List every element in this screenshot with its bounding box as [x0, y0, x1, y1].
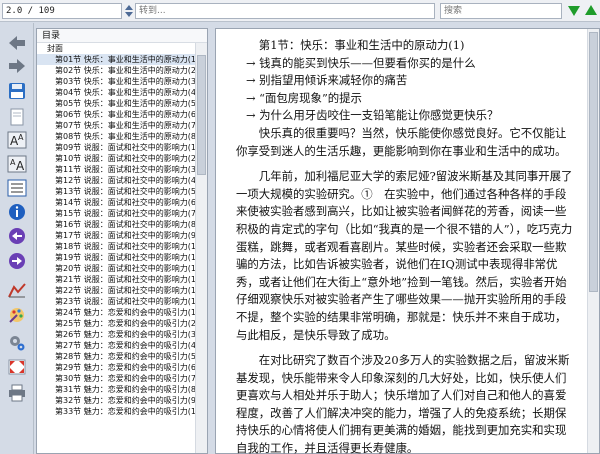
save-disk-icon [9, 83, 25, 99]
toc-item-cover[interactable]: 封面 [37, 43, 196, 54]
palette-icon [9, 308, 24, 323]
bullet-item: → 钱真的能买到快乐——但要看你买的是什么 [246, 55, 476, 70]
paragraph: 快乐真的很重要吗？当然，快乐能使你感觉良好。它不仅能让你享受到迷人的生活乐趣，更… [236, 125, 567, 158]
search-input[interactable]: 搜索 [440, 3, 562, 19]
chapter-heading: 第1节：快乐：事业和生活中的原动力(1) [258, 38, 465, 52]
toc-item[interactable]: 第26节 魅力：恋爱和约会中的吸引力(3) [37, 329, 196, 340]
settings-icon [10, 336, 25, 351]
print-button[interactable] [5, 383, 29, 403]
paragraph: 在对比研究了数百个涉及20多万人的实验数据之后，留波米斯基发现，快乐能带来令人印… [236, 353, 570, 454]
forward-arrow-icon [9, 59, 25, 73]
toc-item[interactable]: 第01节 快乐：事业和生活中的原动力(1) [37, 54, 196, 65]
toc-item[interactable]: 第27节 魅力：恋爱和约会中的吸引力(4) [37, 340, 196, 351]
spin-up-icon[interactable] [125, 5, 133, 10]
toc-item[interactable]: 第30节 魅力：恋爱和约会中的吸引力(7) [37, 373, 196, 384]
top-toolbar: 2.0 / 109 转到... 搜索 [0, 0, 600, 22]
paragraph: 几年前，加利福尼亚大学的索尼娅?留波米斯基及其同事开展了一项大规模的实验研究。①… [236, 169, 573, 342]
reading-pane: 第1节：快乐：事业和生活中的原动力(1) → 钱真的能买到快乐——但要看你买的是… [215, 28, 600, 454]
toc-item[interactable]: 第08节 快乐：事业和生活中的原动力(8) [37, 131, 196, 142]
toc-item[interactable]: 第10节 说服：面试和社交中的影响力(2) [37, 153, 196, 164]
toc-item[interactable]: 第16节 说服：面试和社交中的影响力(8) [37, 219, 196, 230]
toc-scrollbar-thumb[interactable] [197, 55, 206, 175]
content-scrollbar-thumb[interactable] [589, 32, 598, 292]
toc-item[interactable]: 第12节 说服：面试和社交中的影响力(4) [37, 175, 196, 186]
toc-item[interactable]: 第23节 说服：面试和社交中的影响力(15) [37, 296, 196, 307]
toc-scrollbar[interactable] [195, 43, 207, 453]
toc-item[interactable]: 第17节 说服：面试和社交中的影响力(9) [37, 230, 196, 241]
fullscreen-button[interactable] [5, 357, 29, 377]
toc-item[interactable]: 第13节 说服：面试和社交中的影响力(5) [37, 186, 196, 197]
page-button[interactable] [5, 107, 29, 127]
toc-item[interactable]: 第04节 快乐：事业和生活中的原动力(4) [37, 87, 196, 98]
toc-item[interactable]: 第24节 魅力：恋爱和约会中的吸引力(1) [37, 307, 196, 318]
toc-item[interactable]: 第32节 魅力：恋爱和约会中的吸引力(9) [37, 395, 196, 406]
font-decrease-button[interactable]: AA [5, 154, 29, 174]
info-icon [9, 204, 25, 220]
toc-item[interactable]: 第14节 说服：面试和社交中的影响力(6) [37, 197, 196, 208]
bullet-item: → “面包房现象”的提示 [246, 90, 362, 105]
spin-down-icon[interactable] [125, 12, 133, 17]
search-next-down-icon[interactable] [568, 6, 580, 16]
chapter-text: 第1节：快乐：事业和生活中的原动力(1) → 钱真的能买到快乐——但要看你买的是… [236, 37, 576, 454]
toc-item[interactable]: 第18节 说服：面试和社交中的影响力(10) [37, 241, 196, 252]
palette-button[interactable] [5, 305, 29, 325]
info-button[interactable] [5, 202, 29, 222]
back-button[interactable] [5, 33, 29, 53]
toc-item[interactable]: 第03节 快乐：事业和生活中的原动力(3) [37, 76, 196, 87]
toc-item[interactable]: 第09节 说服：面试和社交中的影响力(1) [37, 142, 196, 153]
font-increase-icon: AA [7, 131, 27, 149]
page-number-field[interactable]: 2.0 / 109 [2, 3, 122, 19]
toc-item[interactable]: 第05节 快乐：事业和生活中的原动力(5) [37, 98, 196, 109]
page-spinner[interactable] [125, 3, 134, 19]
toc-item[interactable]: 第11节 说服：面试和社交中的影响力(3) [37, 164, 196, 175]
list-view-button[interactable] [5, 178, 29, 198]
bullet-item: → 别指望用倾诉来减轻你的痛苦 [246, 73, 408, 88]
previous-circle-icon [9, 228, 25, 244]
fullscreen-icon [8, 359, 26, 375]
back-arrow-icon [9, 36, 25, 50]
toc-item[interactable]: 第21节 说服：面试和社交中的影响力(13) [37, 274, 196, 285]
svg-text:A: A [18, 133, 24, 142]
font-increase-button[interactable]: AA [5, 130, 29, 150]
bullet-item: → 为什么用牙齿咬住一支铅笔能让你感觉更快乐？ [246, 108, 499, 123]
toc-item[interactable]: 第25节 魅力：恋爱和约会中的吸引力(2) [37, 318, 196, 329]
toc-item[interactable]: 第02节 快乐：事业和生活中的原动力(2) [37, 65, 196, 76]
goto-input[interactable]: 转到... [135, 3, 435, 19]
toc-item[interactable]: 第07节 快乐：事业和生活中的原动力(7) [37, 120, 196, 131]
toc-item[interactable]: 第29节 魅力：恋爱和约会中的吸引力(6) [37, 362, 196, 373]
settings-button[interactable] [5, 333, 29, 353]
print-icon [9, 384, 25, 402]
chart-button[interactable] [5, 280, 29, 300]
forward-button[interactable] [5, 56, 29, 76]
toc-item[interactable]: 第06节 快乐：事业和生活中的原动力(6) [37, 109, 196, 120]
toc-item[interactable]: 第31节 魅力：恋爱和约会中的吸引力(8) [37, 384, 196, 395]
next-circle-icon [9, 253, 25, 269]
table-of-contents: 目录 封面 第01节 快乐：事业和生活中的原动力(1) 第02节 快乐：事业和生活中… [36, 28, 208, 454]
svg-text:A: A [16, 159, 25, 173]
font-decrease-icon: AA [7, 155, 27, 173]
toc-item[interactable]: 第20节 说服：面试和社交中的影响力(12) [37, 263, 196, 274]
toc-item[interactable]: 第15节 说服：面试和社交中的影响力(7) [37, 208, 196, 219]
left-toolbar: AA AA [0, 23, 34, 454]
next-button[interactable] [5, 251, 29, 271]
toc-list: 封面 第01节 快乐：事业和生活中的原动力(1) 第02节 快乐：事业和生活中的原动… [37, 43, 196, 453]
save-button[interactable] [5, 81, 29, 101]
page-icon [10, 108, 24, 126]
list-view-icon [7, 179, 27, 197]
toc-item[interactable]: 第28节 魅力：恋爱和约会中的吸引力(5) [37, 351, 196, 362]
toc-item[interactable]: 第22节 说服：面试和社交中的影响力(14) [37, 285, 196, 296]
toc-item[interactable]: 第33节 魅力：恋爱和约会中的吸引力(10) [37, 406, 196, 417]
content-scrollbar[interactable] [587, 29, 599, 453]
ebook-reader-window: 2.0 / 109 转到... 搜索 AA AA 目录 封面 第01节 快乐：事… [0, 0, 600, 454]
toc-title: 目录 [37, 29, 207, 43]
chart-icon [8, 283, 26, 298]
search-previous-up-icon[interactable] [585, 5, 597, 15]
previous-button[interactable] [5, 226, 29, 246]
toc-item[interactable]: 第19节 说服：面试和社交中的影响力(11) [37, 252, 196, 263]
